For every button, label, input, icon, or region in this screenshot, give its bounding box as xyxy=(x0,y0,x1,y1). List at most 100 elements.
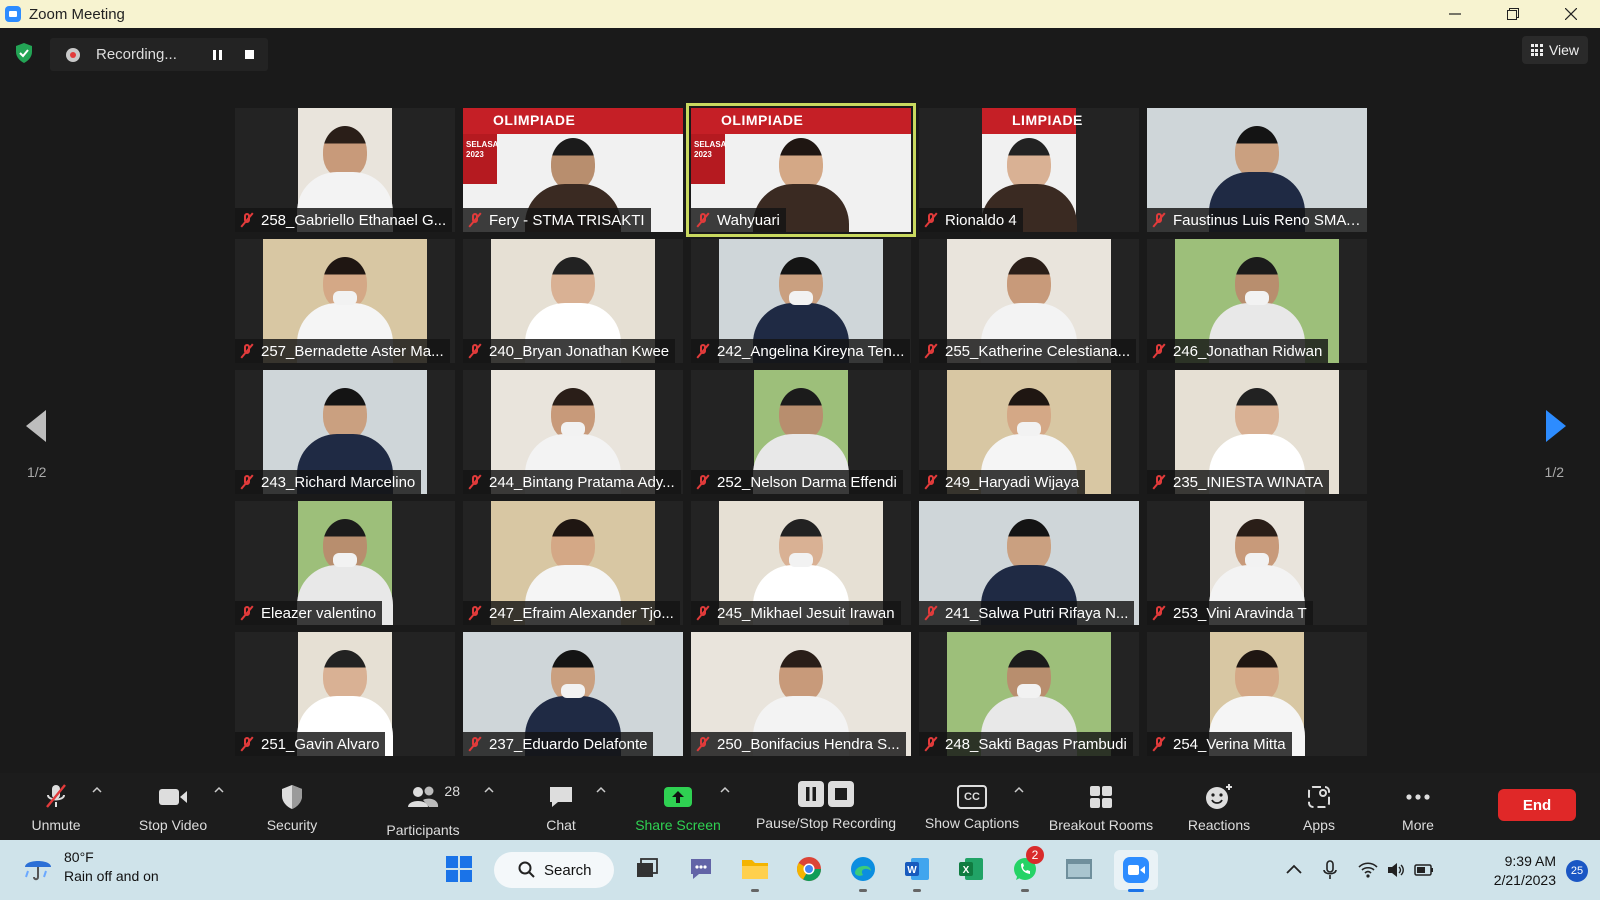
window-title: Zoom Meeting xyxy=(29,5,125,23)
muted-mic-icon xyxy=(467,736,483,752)
pause-recording-button[interactable] xyxy=(206,44,228,66)
chat-button[interactable]: Chat xyxy=(528,773,594,840)
weather-widget[interactable]: 80°F Rain off and on xyxy=(22,848,159,886)
chrome-icon xyxy=(796,857,821,882)
participant-tile[interactable]: 246_Jonathan Ridwan xyxy=(1147,239,1367,363)
participant-name: 242_Angelina Kireyna Ten... xyxy=(717,342,905,360)
face-mask xyxy=(333,553,357,567)
participant-tile[interactable]: 243_Richard Marcelino xyxy=(235,370,455,494)
participant-tile[interactable]: 248_Sakti Bagas Prambudi xyxy=(919,632,1139,756)
security-button[interactable]: Security xyxy=(254,773,330,840)
stop-recording-button[interactable] xyxy=(238,44,260,66)
security-label: Security xyxy=(266,817,318,833)
pause-stop-recording-label: Pause/Stop Recording xyxy=(755,815,897,831)
word-app[interactable]: W xyxy=(900,852,934,892)
stop-video-button[interactable]: Stop Video xyxy=(130,773,216,840)
reactions-button[interactable]: Reactions xyxy=(1180,773,1258,840)
search-label: Search xyxy=(544,861,592,879)
running-indicator xyxy=(1128,889,1144,892)
face-mask xyxy=(333,291,357,305)
participant-tile[interactable]: 247_Efraim Alexander Tjo... xyxy=(463,501,683,625)
participant-name-bar: Rionaldo 4 xyxy=(919,208,1023,232)
previous-page-arrow-icon[interactable] xyxy=(24,408,48,444)
participant-tile[interactable]: OLIMPIADE SELASA 2023 Wahyuari xyxy=(686,103,916,237)
participant-name: 248_Sakti Bagas Prambudi xyxy=(945,735,1127,753)
chat-options-caret-icon[interactable] xyxy=(596,785,606,795)
video-options-caret-icon[interactable] xyxy=(214,785,224,795)
file-explorer-app[interactable] xyxy=(738,852,772,892)
end-meeting-button[interactable]: End xyxy=(1498,789,1576,821)
participant-tile[interactable]: Eleazer valentino xyxy=(235,501,455,625)
chrome-app[interactable] xyxy=(792,852,826,886)
participant-tile[interactable]: 240_Bryan Jonathan Kwee xyxy=(463,239,683,363)
participant-tile[interactable]: 249_Haryadi Wijaya xyxy=(919,370,1139,494)
encryption-shield-icon[interactable] xyxy=(14,42,34,64)
battery-icon[interactable] xyxy=(1414,860,1434,880)
start-button[interactable] xyxy=(442,852,476,886)
participant-tile[interactable]: 241_Salwa Putri Rifaya N... xyxy=(919,501,1139,625)
svg-text:X: X xyxy=(963,865,970,876)
taskbar-clock[interactable]: 9:39 AM 2/21/2023 xyxy=(1494,852,1556,890)
restore-button[interactable] xyxy=(1484,0,1542,28)
participant-tile[interactable]: Faustinus Luis Reno SMA ... xyxy=(1147,108,1367,232)
share-screen-button[interactable]: Share Screen xyxy=(630,773,726,840)
audio-options-caret-icon[interactable] xyxy=(92,785,102,795)
participant-tile[interactable]: 257_Bernadette Aster Ma... xyxy=(235,239,455,363)
microphone-in-use-icon[interactable] xyxy=(1320,860,1340,880)
zoom-taskbar-app[interactable] xyxy=(1114,850,1158,892)
zoom-app-icon xyxy=(5,6,21,22)
muted-mic-icon xyxy=(239,343,255,359)
apps-button[interactable]: Apps xyxy=(1288,773,1350,840)
event-banner-title: OLIMPIADE xyxy=(691,108,911,134)
excel-app[interactable]: X xyxy=(954,852,988,886)
participant-name-bar: 250_Bonifacius Hendra S... xyxy=(691,732,906,756)
next-page-arrow-icon[interactable] xyxy=(1544,408,1568,444)
participant-tile[interactable]: 255_Katherine Celestiana... xyxy=(919,239,1139,363)
participant-name: 258_Gabriello Ethanael G... xyxy=(261,211,447,229)
participant-name: 257_Bernadette Aster Ma... xyxy=(261,342,444,360)
view-button[interactable]: View xyxy=(1522,36,1588,64)
participant-tile[interactable]: 235_INIESTA WINATA xyxy=(1147,370,1367,494)
chat-bubble-icon xyxy=(550,787,572,807)
participant-name: 254_Verina Mitta xyxy=(1173,735,1286,753)
participant-tile[interactable]: 258_Gabriello Ethanael G... xyxy=(235,108,455,232)
participants-options-caret-icon[interactable] xyxy=(484,785,494,795)
participant-name: 235_INIESTA WINATA xyxy=(1173,473,1324,491)
participant-tile[interactable]: 237_Eduardo Delafonte xyxy=(463,632,683,756)
share-options-caret-icon[interactable] xyxy=(720,785,730,795)
close-button[interactable] xyxy=(1542,0,1600,28)
participant-name-bar: 246_Jonathan Ridwan xyxy=(1147,339,1329,363)
participant-tile[interactable]: OLIMPIADE SELASA 2023 Fery - STMA TRISAKTI xyxy=(463,108,683,232)
show-hidden-icons-chevron-icon[interactable] xyxy=(1284,860,1304,880)
participant-tile[interactable]: 250_Bonifacius Hendra S... xyxy=(691,632,911,756)
task-view-button[interactable] xyxy=(630,852,664,886)
participant-tile[interactable]: 244_Bintang Pratama Ady... xyxy=(463,370,683,494)
desktop-app[interactable] xyxy=(1062,852,1096,886)
participants-button[interactable]: 28 Participants xyxy=(378,773,468,840)
breakout-rooms-button[interactable]: Breakout Rooms xyxy=(1042,773,1160,840)
edge-app[interactable] xyxy=(846,852,880,892)
teams-chat-app[interactable] xyxy=(684,852,718,886)
more-button[interactable]: More xyxy=(1386,773,1450,840)
minimize-button[interactable] xyxy=(1426,0,1484,28)
volume-icon[interactable] xyxy=(1386,860,1406,880)
participant-tile[interactable]: 253_Vini Aravinda T xyxy=(1147,501,1367,625)
participant-tile[interactable]: LIMPIADE Rionaldo 4 xyxy=(919,108,1139,232)
participant-tile[interactable]: 251_Gavin Alvaro xyxy=(235,632,455,756)
whatsapp-app[interactable]: 2 xyxy=(1008,846,1044,892)
participant-tile[interactable]: 252_Nelson Darma Effendi xyxy=(691,370,911,494)
participant-tile[interactable]: 245_Mikhael Jesuit Irawan xyxy=(691,501,911,625)
unmute-button[interactable]: Unmute xyxy=(20,773,92,840)
notification-center-badge[interactable]: 25 xyxy=(1566,860,1588,882)
taskbar-search[interactable]: Search xyxy=(494,852,614,888)
svg-text:W: W xyxy=(907,865,917,876)
event-banner-title: OLIMPIADE xyxy=(463,108,683,134)
pause-stop-recording-button[interactable]: Pause/Stop Recording xyxy=(744,773,908,840)
apps-label: Apps xyxy=(1303,817,1335,833)
participant-tile[interactable]: 242_Angelina Kireyna Ten... xyxy=(691,239,911,363)
participant-tile[interactable]: 254_Verina Mitta xyxy=(1147,632,1367,756)
running-indicator xyxy=(859,889,867,892)
captions-options-caret-icon[interactable] xyxy=(1014,785,1024,795)
wifi-icon[interactable] xyxy=(1358,860,1378,880)
show-captions-button[interactable]: CC Show Captions xyxy=(920,773,1024,840)
